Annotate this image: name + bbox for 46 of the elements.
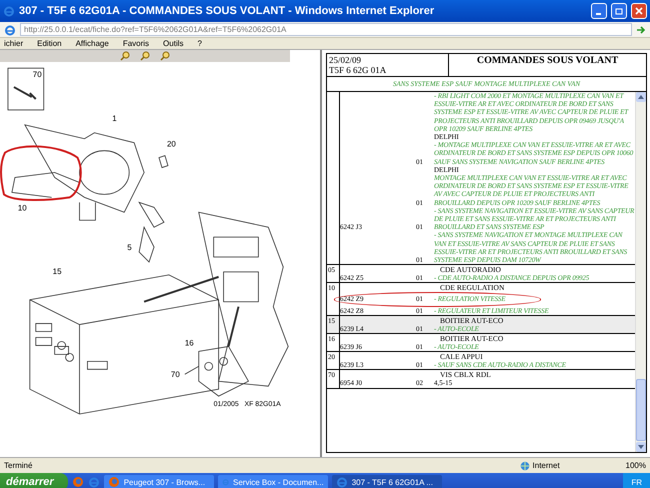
callout-number: 15 (52, 266, 62, 276)
callout-number: 10 (18, 203, 27, 212)
callout-number: 20 (166, 140, 176, 149)
start-button[interactable]: démarrer (0, 473, 68, 488)
close-icon (635, 7, 643, 15)
menu-item[interactable]: Favoris (122, 39, 150, 48)
menu-item[interactable]: Outils (163, 39, 184, 48)
callout-number: 70 (32, 70, 42, 80)
menu-item[interactable]: ichier (4, 39, 24, 48)
sheet-title: COMMANDES SOUS VOLANT (476, 54, 620, 68)
sheet-reference: T5F 6 62G 01A (329, 65, 388, 75)
browser-icon (72, 476, 84, 488)
maximize-button[interactable] (611, 3, 627, 19)
menu-item[interactable]: Affichage (76, 39, 109, 48)
restore-icon (615, 7, 623, 15)
scroll-up-icon[interactable] (638, 95, 644, 99)
callout-number: 16 (184, 338, 194, 348)
status-text: Terminé (4, 461, 34, 470)
scroll-down-icon[interactable] (638, 445, 644, 449)
taskbar-button[interactable]: Service Box - Documen... (218, 474, 328, 488)
minimize-button[interactable] (591, 3, 607, 19)
page-icon (4, 24, 16, 36)
menu-item[interactable]: ? (198, 39, 202, 48)
taskbar-button[interactable]: 307 - T5F 6 62G01A ... (332, 474, 442, 488)
browser-icon (108, 476, 120, 488)
close-button[interactable] (631, 3, 647, 19)
callout-number: 1 (112, 114, 117, 123)
scroll-thumb[interactable] (636, 379, 646, 441)
callout-number: 70 (170, 370, 180, 380)
globe-icon (520, 460, 530, 470)
window-title: 307 - T5F 6 62G01A - COMMANDES SOUS VOLANT - Windows Internet Explorer (19, 5, 436, 17)
zoom-icon[interactable] (160, 51, 170, 61)
zoom-level[interactable]: 100% (626, 461, 646, 470)
callout-number: 5 (127, 243, 132, 252)
zoom-icon[interactable] (120, 51, 130, 61)
menu-item[interactable]: Edition (37, 39, 62, 48)
browser-icon (88, 476, 100, 488)
go-arrow-icon[interactable] (636, 24, 646, 34)
sheet-date: 25/02/09 (329, 55, 362, 65)
browser-icon (336, 476, 348, 488)
browser-icon (3, 5, 15, 17)
scrollbar[interactable] (635, 92, 646, 452)
taskbar-button[interactable]: Peugeot 307 - Brows... (104, 474, 214, 488)
zoom-icon[interactable] (140, 51, 150, 61)
address-field[interactable]: http://25.0.0.1/ecat/fiche.do?ref=T5F6%2062G01A&ref=T5F6%2062G01A (20, 23, 632, 36)
security-zone: Internet (532, 461, 560, 470)
